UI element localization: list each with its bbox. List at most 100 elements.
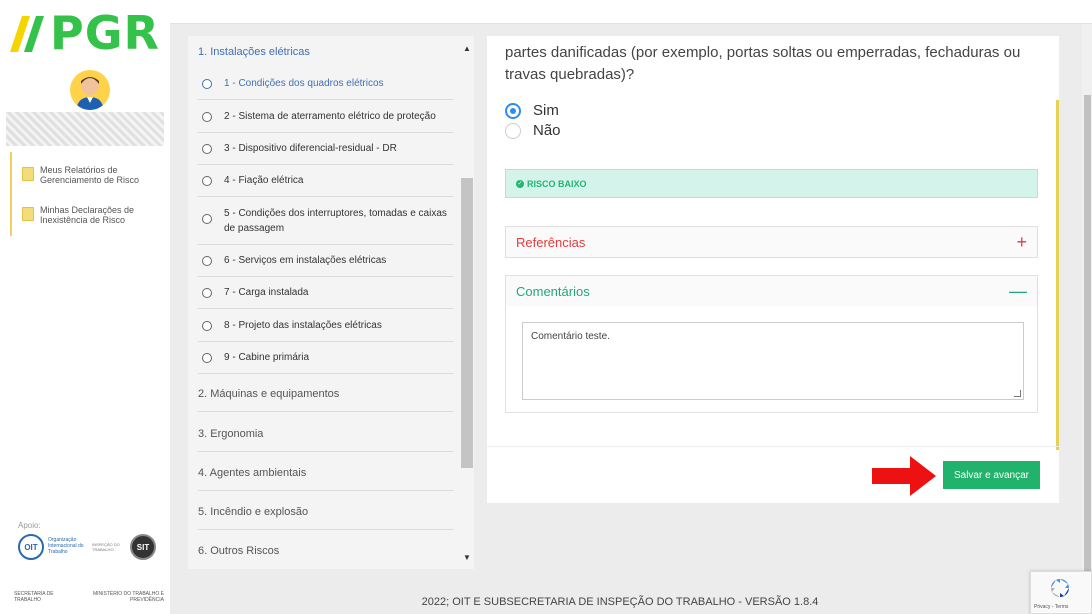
comment-value: Comentário teste.	[531, 331, 610, 342]
nav-item-6[interactable]: 6 - Serviços em instalações elétricas	[202, 255, 460, 268]
page-scrollbar-thumb[interactable]	[1084, 95, 1091, 595]
nav-item-2[interactable]: 2 - Sistema de aterramento elétrico de p…	[202, 111, 460, 124]
references-accordion[interactable]: Referências +	[505, 226, 1038, 258]
references-header[interactable]: Referências +	[506, 227, 1037, 257]
user-icon	[76, 77, 104, 110]
comments-header[interactable]: Comentários —	[506, 276, 1037, 306]
check-circle-icon: ✓	[516, 179, 524, 188]
radio-icon	[202, 144, 212, 154]
nav-item-9[interactable]: 9 - Cabine primária	[202, 352, 460, 365]
nav-item-4[interactable]: 4 - Fiação elétrica	[202, 175, 460, 188]
nav-section-ergonomia[interactable]: 3. Ergonomia	[198, 428, 263, 440]
question-card: partes danificadas (por exemplo, portas …	[487, 36, 1059, 503]
sidebar-accent	[10, 152, 12, 236]
divider	[198, 276, 454, 277]
expand-plus-icon[interactable]: +	[1016, 232, 1027, 253]
red-arrow-icon	[872, 456, 936, 496]
risk-level-badge: ✓ RISCO BAIXO	[505, 169, 1038, 198]
scroll-up-arrow-icon[interactable]: ▲	[461, 44, 473, 56]
recaptcha-icon	[1051, 579, 1069, 597]
radio-icon	[202, 353, 212, 363]
user-avatar[interactable]	[70, 70, 110, 110]
card-accent-line	[1056, 100, 1059, 450]
sidebar-link-declaracoes[interactable]: Minhas Declarações de Inexistência de Ri…	[22, 205, 170, 225]
radio-icon	[202, 288, 212, 298]
option-label: Não	[533, 122, 561, 139]
nav-item-label: 6 - Serviços em instalações elétricas	[224, 255, 387, 266]
sidebar-link-label: Meus Relatórios de Gerenciamento de Risc…	[40, 165, 140, 185]
secretaria-logo: SECRETARIA DE TRABALHO	[14, 591, 54, 603]
nav-item-8[interactable]: 8 - Projeto das instalações elétricas	[202, 320, 460, 333]
nav-item-label: 8 - Projeto das instalações elétricas	[224, 320, 382, 331]
nav-section-maquinas[interactable]: 2. Máquinas e equipamentos	[198, 388, 339, 400]
ilo-text: Organização Internacional do Trabalho	[48, 537, 84, 555]
nav-scrollbar-thumb[interactable]	[461, 178, 473, 468]
ministerio-logo: MINISTÉRIO DO TRABALHO E PREVIDÊNCIA	[92, 591, 164, 603]
option-label: Sim	[533, 102, 559, 119]
collapse-minus-icon[interactable]: —	[1009, 281, 1027, 302]
partner-logos: OIT Organização Internacional do Trabalh…	[18, 534, 160, 564]
logo-mark-icon	[10, 16, 44, 52]
ilo-logo: OIT	[18, 534, 44, 560]
sidebar-link-relatorios[interactable]: Meus Relatórios de Gerenciamento de Risc…	[22, 165, 170, 185]
nav-item-label: 9 - Cabine primária	[224, 352, 310, 363]
nav-item-1[interactable]: 1 - Condições dos quadros elétricos	[202, 78, 460, 91]
nav-item-5[interactable]: 5 - Condições dos interruptores, tomadas…	[202, 208, 460, 236]
radio-icon	[202, 112, 212, 122]
comment-textarea[interactable]: Comentário teste.	[522, 322, 1024, 400]
recaptcha-badge[interactable]: Privacy - Terms	[1030, 571, 1092, 614]
checklist-nav: 1. Instalações elétricas 1 - Condições d…	[188, 36, 474, 569]
references-title: Referências	[516, 234, 586, 250]
divider	[198, 529, 454, 530]
divider	[198, 99, 454, 100]
resize-handle-icon[interactable]	[1014, 390, 1021, 397]
footer-text: 2022; OIT E SUBSECRETARIA DE INSPEÇÃO DO…	[421, 596, 819, 608]
nav-section-outros[interactable]: 6. Outros Riscos	[198, 545, 279, 557]
scroll-down-arrow-icon[interactable]: ▼	[461, 553, 473, 565]
apoio-label: Apoio:	[18, 521, 41, 530]
nav-item-label: 1 - Condições dos quadros elétricos	[224, 78, 384, 89]
recaptcha-text[interactable]: Privacy - Terms	[1034, 604, 1068, 610]
gov-logos: SECRETARIA DE TRABALHO MINISTÉRIO DO TRA…	[14, 591, 164, 603]
pgr-logo[interactable]: PGR	[8, 8, 168, 58]
blurred-user-name	[6, 112, 164, 146]
radio-icon	[202, 176, 212, 186]
nav-item-label: 5 - Condições dos interruptores, tomadas…	[224, 208, 447, 234]
divider	[198, 196, 454, 197]
nav-item-label: 3 - Dispositivo diferencial-residual - D…	[224, 143, 397, 154]
sit-logo: SIT	[130, 534, 156, 560]
divider	[487, 446, 1059, 447]
nav-item-3[interactable]: 3 - Dispositivo diferencial-residual - D…	[202, 143, 460, 156]
divider	[198, 411, 454, 412]
nav-item-7[interactable]: 7 - Carga instalada	[202, 287, 460, 300]
sidebar-link-label: Minhas Declarações de Inexistência de Ri…	[40, 205, 135, 225]
question-text: partes danificadas (por exemplo, portas …	[505, 44, 1021, 83]
divider	[198, 373, 454, 374]
divider	[198, 132, 454, 133]
nav-section-incendio[interactable]: 5. Incêndio e explosão	[198, 506, 308, 518]
radio-icon	[202, 321, 212, 331]
divider	[198, 490, 454, 491]
radio-icon	[202, 214, 212, 224]
inspecao-text: INSPEÇÃO DO TRABALHO	[92, 542, 120, 552]
divider	[198, 308, 454, 309]
logo-text: PGR	[50, 6, 160, 60]
option-nao[interactable]: Não	[505, 122, 561, 139]
divider	[198, 341, 454, 342]
nav-item-label: 7 - Carga instalada	[224, 287, 309, 298]
document-icon	[22, 207, 34, 221]
risk-level-text: RISCO BAIXO	[527, 178, 587, 189]
radio-checked-icon	[505, 102, 521, 119]
save-and-advance-button[interactable]: Salvar e avançar	[943, 461, 1040, 489]
radio-icon	[505, 122, 521, 139]
divider	[198, 451, 454, 452]
nav-section-instalacoes[interactable]: 1. Instalações elétricas	[198, 46, 310, 58]
option-sim[interactable]: Sim	[505, 102, 559, 119]
sidebar: PGR Meus Relatórios de Gerenciamento de …	[0, 0, 170, 614]
top-bar	[170, 0, 1092, 24]
nav-item-label: 4 - Fiação elétrica	[224, 175, 304, 186]
comments-accordion: Comentários — Comentário teste.	[505, 275, 1038, 413]
nav-section-agentes[interactable]: 4. Agentes ambientais	[198, 467, 306, 479]
radio-icon	[202, 256, 212, 266]
nav-item-label: 2 - Sistema de aterramento elétrico de p…	[224, 111, 436, 122]
